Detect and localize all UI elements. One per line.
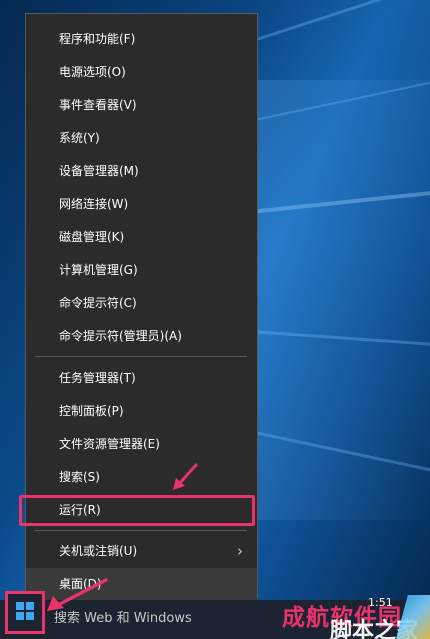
menu-item-label: 系统(Y) — [59, 131, 100, 145]
pointer-arrow-icon — [173, 463, 198, 490]
menu-item-control-panel[interactable]: 控制面板(P) — [26, 395, 257, 428]
menu-item-label: 命令提示符(管理员)(A) — [59, 329, 182, 343]
menu-item-label: 设备管理器(M) — [59, 164, 139, 178]
menu-item-task-manager[interactable]: 任务管理器(T) — [26, 362, 257, 395]
menu-divider — [35, 530, 247, 531]
run-highlight-box — [19, 495, 255, 526]
menu-item-computer-management[interactable]: 计算机管理(G) — [26, 254, 257, 287]
menu-item-command-prompt-admin[interactable]: 命令提示符(管理员)(A) — [26, 320, 257, 353]
menu-item-power-options[interactable]: 电源选项(O) — [26, 56, 257, 89]
taskbar-search-box[interactable]: 搜索 Web 和 Windows — [47, 601, 287, 637]
menu-item-label: 磁盘管理(K) — [59, 230, 125, 244]
menu-item-label: 文件资源管理器(E) — [59, 437, 160, 451]
search-placeholder: 搜索 Web 和 Windows — [54, 611, 192, 626]
menu-item-network-connections[interactable]: 网络连接(W) — [26, 188, 257, 221]
menu-item-system[interactable]: 系统(Y) — [26, 122, 257, 155]
menu-item-file-explorer[interactable]: 文件资源管理器(E) — [26, 428, 257, 461]
menu-item-shutdown-signout[interactable]: 关机或注销(U) › — [26, 535, 257, 568]
menu-item-device-manager[interactable]: 设备管理器(M) — [26, 155, 257, 188]
chevron-right-icon: › — [237, 542, 243, 560]
menu-item-event-viewer[interactable]: 事件查看器(V) — [26, 89, 257, 122]
menu-item-label: 网络连接(W) — [59, 197, 129, 211]
menu-item-search[interactable]: 搜索(S) — [26, 461, 257, 494]
menu-item-label: 计算机管理(G) — [59, 263, 138, 277]
menu-item-programs-features[interactable]: 程序和功能(F) — [26, 23, 257, 56]
menu-item-label: 搜索(S) — [59, 470, 100, 484]
menu-item-label: 电源选项(O) — [59, 65, 126, 79]
menu-item-label: 任务管理器(T) — [59, 371, 136, 385]
menu-item-command-prompt[interactable]: 命令提示符(C) — [26, 287, 257, 320]
menu-item-label: 关机或注销(U) — [59, 544, 138, 558]
menu-item-label: 控制面板(P) — [59, 404, 124, 418]
menu-divider — [35, 356, 247, 357]
start-button[interactable] — [5, 591, 45, 634]
windows-logo-icon — [16, 602, 34, 620]
menu-item-label: 命令提示符(C) — [59, 296, 137, 310]
menu-item-label: 事件查看器(V) — [59, 98, 137, 112]
menu-item-disk-management[interactable]: 磁盘管理(K) — [26, 221, 257, 254]
screen: 程序和功能(F) 电源选项(O) 事件查看器(V) 系统(Y) 设备管理器(M)… — [0, 0, 430, 639]
menu-item-label: 程序和功能(F) — [59, 32, 136, 46]
